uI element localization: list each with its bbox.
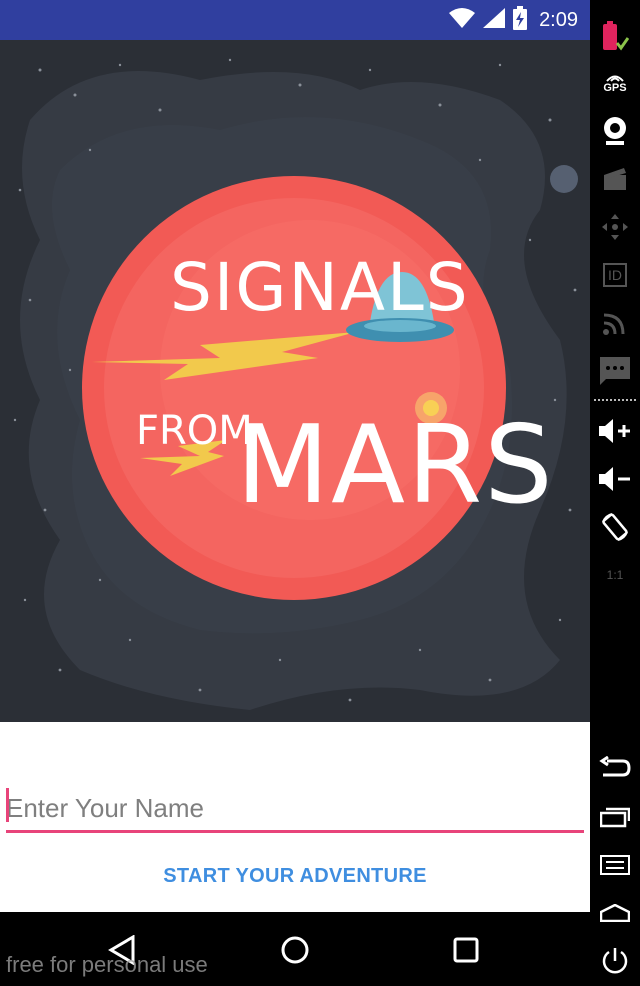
video-button[interactable] bbox=[596, 160, 634, 198]
scale-icon: 1:1 bbox=[606, 568, 624, 582]
status-bar: 2:09 bbox=[0, 0, 590, 40]
sms-button[interactable] bbox=[596, 352, 634, 390]
home-icon bbox=[281, 936, 309, 964]
id-icon: ID bbox=[603, 263, 627, 287]
watermark-text: free for personal use bbox=[6, 952, 208, 977]
gps-icon bbox=[606, 75, 624, 82]
wifi-icon bbox=[449, 7, 476, 33]
volume-up-icon bbox=[599, 419, 630, 443]
logo-mars-text: MARS bbox=[236, 403, 555, 528]
battery-icon bbox=[603, 21, 629, 51]
recents-icon bbox=[453, 937, 479, 963]
camera-icon bbox=[604, 117, 626, 145]
dpad-button[interactable] bbox=[596, 208, 634, 246]
rotate-button[interactable] bbox=[596, 508, 634, 546]
name-form: START YOUR ADVENTURE bbox=[0, 722, 590, 912]
volume-down-button[interactable] bbox=[596, 460, 634, 498]
emu-menu-button[interactable] bbox=[596, 846, 634, 884]
id-button[interactable]: ID bbox=[596, 256, 634, 294]
signals-from-mars-banner: SIGNALS FROM MARS bbox=[0, 40, 590, 722]
name-input[interactable] bbox=[6, 786, 584, 833]
camera-button[interactable] bbox=[596, 112, 634, 150]
cast-icon bbox=[603, 313, 625, 335]
gps-label: GPS bbox=[603, 82, 627, 94]
status-time: 2:09 bbox=[539, 8, 578, 31]
overview-icon bbox=[600, 807, 630, 828]
emulator-toolbar: GPS ID 1:1 bbox=[590, 0, 640, 986]
text-cursor bbox=[6, 788, 9, 822]
battery-charging-icon bbox=[513, 5, 528, 35]
power-icon bbox=[602, 948, 628, 974]
emu-back-button[interactable] bbox=[596, 748, 634, 786]
scale-button[interactable]: 1:1 bbox=[596, 556, 634, 594]
rotate-icon bbox=[602, 513, 628, 541]
power-button[interactable] bbox=[596, 942, 634, 980]
logo-signals-text: SIGNALS bbox=[170, 249, 470, 326]
cast-button[interactable] bbox=[596, 304, 634, 342]
gps-button[interactable]: GPS bbox=[596, 64, 634, 102]
back-icon bbox=[599, 756, 631, 777]
battery-button[interactable] bbox=[596, 18, 634, 56]
emu-home-button[interactable] bbox=[596, 894, 634, 932]
video-icon bbox=[604, 168, 626, 190]
sms-icon bbox=[600, 357, 630, 385]
nav-home-button[interactable] bbox=[275, 930, 315, 970]
dpad-icon bbox=[602, 214, 628, 240]
start-adventure-button[interactable]: START YOUR ADVENTURE bbox=[150, 856, 440, 896]
toolbar-divider bbox=[594, 399, 636, 401]
volume-up-button[interactable] bbox=[596, 412, 634, 450]
home-icon bbox=[600, 904, 630, 922]
menu-icon bbox=[600, 855, 630, 875]
emu-overview-button[interactable] bbox=[596, 798, 634, 836]
cell-signal-icon bbox=[483, 7, 506, 33]
volume-down-icon bbox=[599, 467, 630, 491]
nav-recents-button[interactable] bbox=[446, 930, 486, 970]
phone-screen: 2:09 SIGNALS FROM MARS Enter Your Name S… bbox=[0, 0, 590, 986]
